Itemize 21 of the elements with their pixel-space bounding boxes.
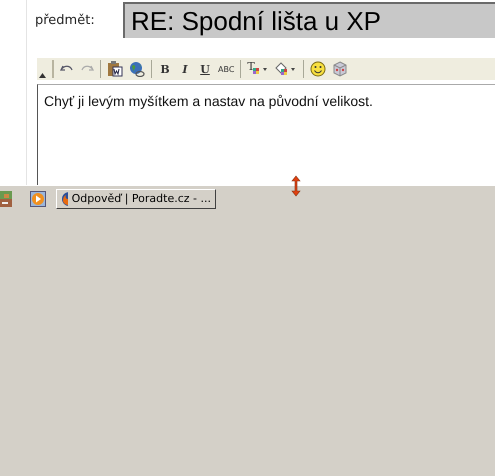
collapse-icon[interactable] (39, 73, 46, 78)
smiley-icon[interactable] (310, 61, 326, 77)
fill-color-icon[interactable] (275, 61, 298, 77)
subject-label: předmět: (34, 12, 96, 28)
subject-field[interactable]: RE: Spodní lišta u XP (123, 2, 495, 38)
picture-icon[interactable] (0, 190, 12, 206)
paste-icon[interactable] (107, 61, 123, 77)
browser-icon (61, 190, 68, 206)
format-button[interactable]: I (178, 60, 192, 78)
format-button[interactable]: ABC (218, 60, 234, 78)
message-text: Chyť ji levým myšítkem a nastav na původní velikost. (44, 93, 373, 109)
format-button[interactable]: U (198, 60, 212, 78)
media-player-icon[interactable] (30, 190, 46, 206)
editor-area[interactable]: Chyť ji levým myšítkem a nastav na původní velikost. (37, 84, 495, 185)
text-color-button[interactable]: T (247, 61, 270, 77)
color-dropdown-icon (252, 68, 267, 74)
cube-icon[interactable] (332, 61, 348, 77)
globe-icon[interactable] (129, 61, 145, 77)
format-button[interactable]: B (158, 60, 172, 78)
resize-cursor-icon (291, 175, 301, 197)
task-button[interactable]: Odpověď | Poradte.cz - ... (56, 188, 216, 208)
